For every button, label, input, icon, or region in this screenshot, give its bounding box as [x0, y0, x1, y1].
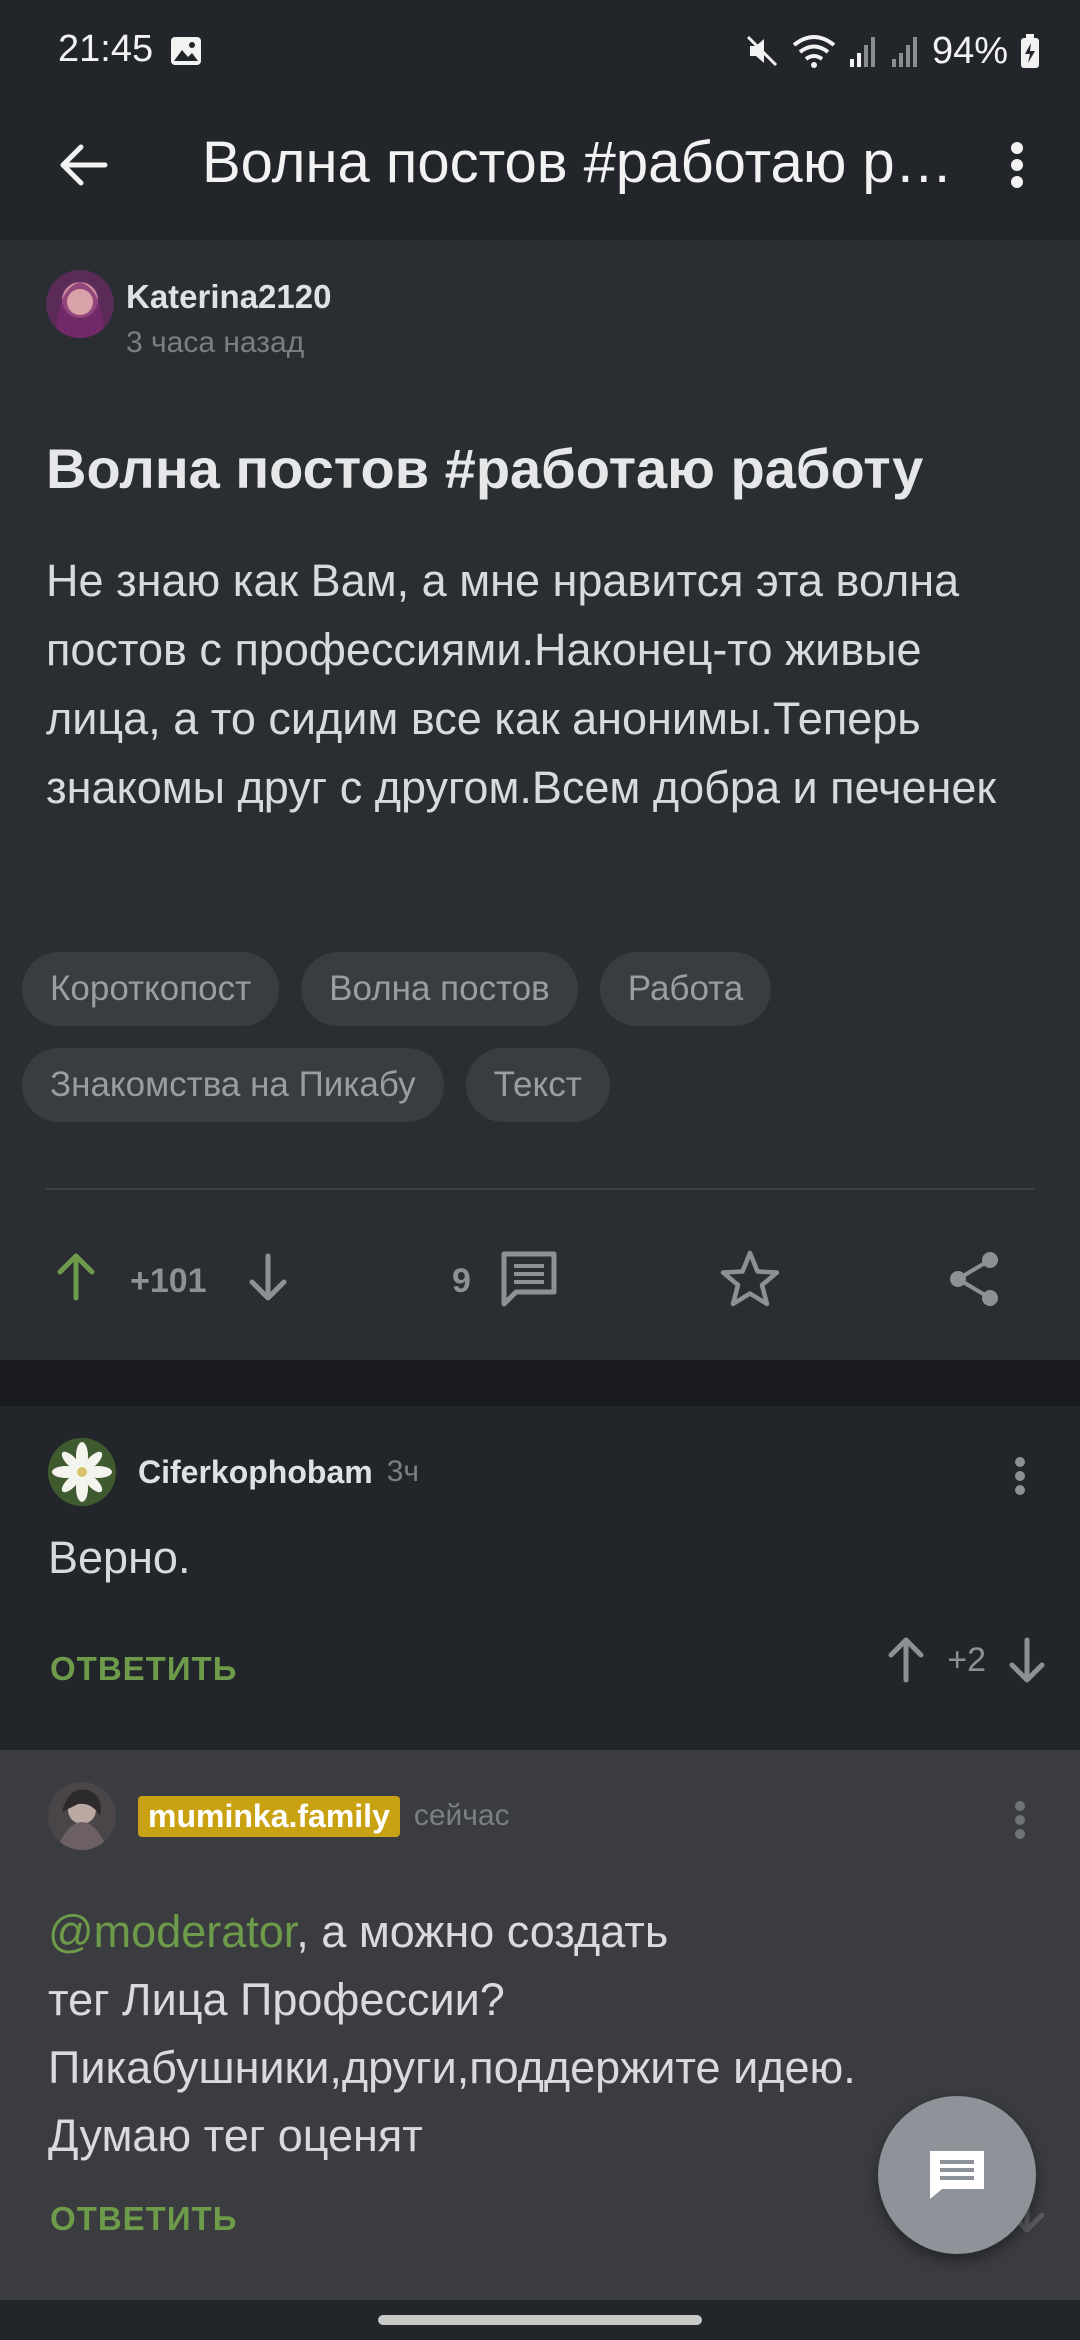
reply-button[interactable]: ОТВЕТИТЬ — [50, 2200, 237, 2238]
status-icons: 94% — [744, 26, 1040, 76]
star-icon — [720, 1250, 780, 1307]
avatar[interactable] — [46, 270, 114, 338]
mute-icon — [746, 35, 777, 67]
comments-button[interactable] — [498, 1248, 560, 1310]
share-button[interactable] — [944, 1248, 1004, 1310]
comment-rating: +2 — [947, 1640, 986, 1679]
comments-count: 9 — [452, 1262, 471, 1300]
arrow-left-icon[interactable] — [48, 130, 118, 200]
comment-text: @moderator, а можно создать тег Лица Про… — [48, 1898, 856, 2170]
post-title: Волна постов #работаю работу — [46, 437, 924, 500]
comment-text-line: тег Лица Профессии? — [48, 1974, 505, 2025]
arrow-up-icon — [57, 1253, 95, 1301]
comment-icon — [930, 2151, 984, 2199]
page-title: Волна постов #работаю работу — [202, 130, 962, 195]
comment-author[interactable]: Ciferkophobam — [138, 1454, 373, 1491]
battery-percent: 94% — [931, 29, 1008, 72]
favorite-button[interactable] — [718, 1248, 782, 1312]
arrow-up-icon[interactable] — [887, 1636, 925, 1684]
post-body: Не знаю как Вам, а мне нравится эта волн… — [46, 555, 997, 813]
avatar[interactable] — [48, 1782, 116, 1850]
signal-icon — [891, 37, 917, 67]
comment-icon — [501, 1251, 557, 1307]
share-icon — [950, 1252, 998, 1306]
post-author-row[interactable]: Katerina2120 3 часа назад — [46, 270, 331, 360]
home-gesture-handle[interactable] — [378, 2315, 702, 2325]
post-actions: +101 9 — [0, 1230, 1080, 1330]
tag-chip[interactable]: Работа — [599, 952, 772, 1026]
avatar[interactable] — [48, 1438, 116, 1506]
section-separator — [0, 1360, 1080, 1406]
comment-text: Верно. — [48, 1532, 191, 1583]
comment-author[interactable]: muminka.family — [138, 1795, 400, 1837]
tag-chip[interactable]: Знакомства на Пикабу — [22, 1048, 444, 1122]
upvote-button[interactable] — [56, 1252, 96, 1302]
tag-list: Короткопост Волна постов Работа Знакомст… — [22, 952, 1062, 1122]
comment-text-line: , а можно создать — [296, 1906, 669, 1957]
downvote-button[interactable] — [248, 1252, 288, 1302]
tag-chip[interactable]: Волна постов — [301, 952, 578, 1026]
post-card: Katerina2120 3 часа назад Волна постов #… — [0, 240, 1080, 1360]
reply-button[interactable]: ОТВЕТИТЬ — [50, 1650, 237, 1688]
post-time: 3 часа назад — [126, 326, 305, 359]
arrow-down-icon — [249, 1253, 287, 1301]
status-time: 21:45 — [58, 28, 154, 70]
app-bar: Волна постов #работаю работу — [0, 100, 1080, 240]
arrow-down-icon[interactable] — [1008, 1636, 1046, 1684]
more-vert-icon[interactable] — [1000, 1446, 1040, 1506]
mention-link[interactable]: @moderator — [48, 1906, 296, 1957]
write-comment-button[interactable] — [878, 2096, 1036, 2254]
comment-header: muminka.family сейчас — [48, 1782, 510, 1850]
post-rating: +101 — [130, 1262, 207, 1300]
status-bar: 21:45 94% — [0, 0, 1080, 100]
battery-charging-icon — [1021, 34, 1039, 68]
wifi-icon — [792, 35, 836, 68]
tag-chip[interactable]: Короткопост — [22, 952, 280, 1026]
divider — [46, 1188, 1034, 1190]
comment-text-line: Думаю тег оценят — [48, 2110, 423, 2161]
comment-text-line: Пикабушники,други,поддержите идею. — [48, 2042, 856, 2093]
more-vert-icon[interactable] — [982, 130, 1052, 200]
comment-time: 3ч — [386, 1455, 420, 1488]
comment: Ciferkophobam 3ч Верно. ОТВЕТИТЬ +2 — [0, 1406, 1080, 1750]
comment-time: сейчас — [413, 1799, 510, 1832]
comment-vote: +2 — [887, 1636, 1046, 1684]
tag-chip[interactable]: Текст — [465, 1048, 610, 1122]
comment-header: Ciferkophobam 3ч — [48, 1438, 419, 1506]
system-nav-bar — [0, 2300, 1080, 2340]
image-icon — [171, 37, 201, 65]
post-author-name[interactable]: Katerina2120 — [126, 278, 331, 316]
signal-icon — [849, 37, 875, 67]
more-vert-icon[interactable] — [1000, 1790, 1040, 1850]
